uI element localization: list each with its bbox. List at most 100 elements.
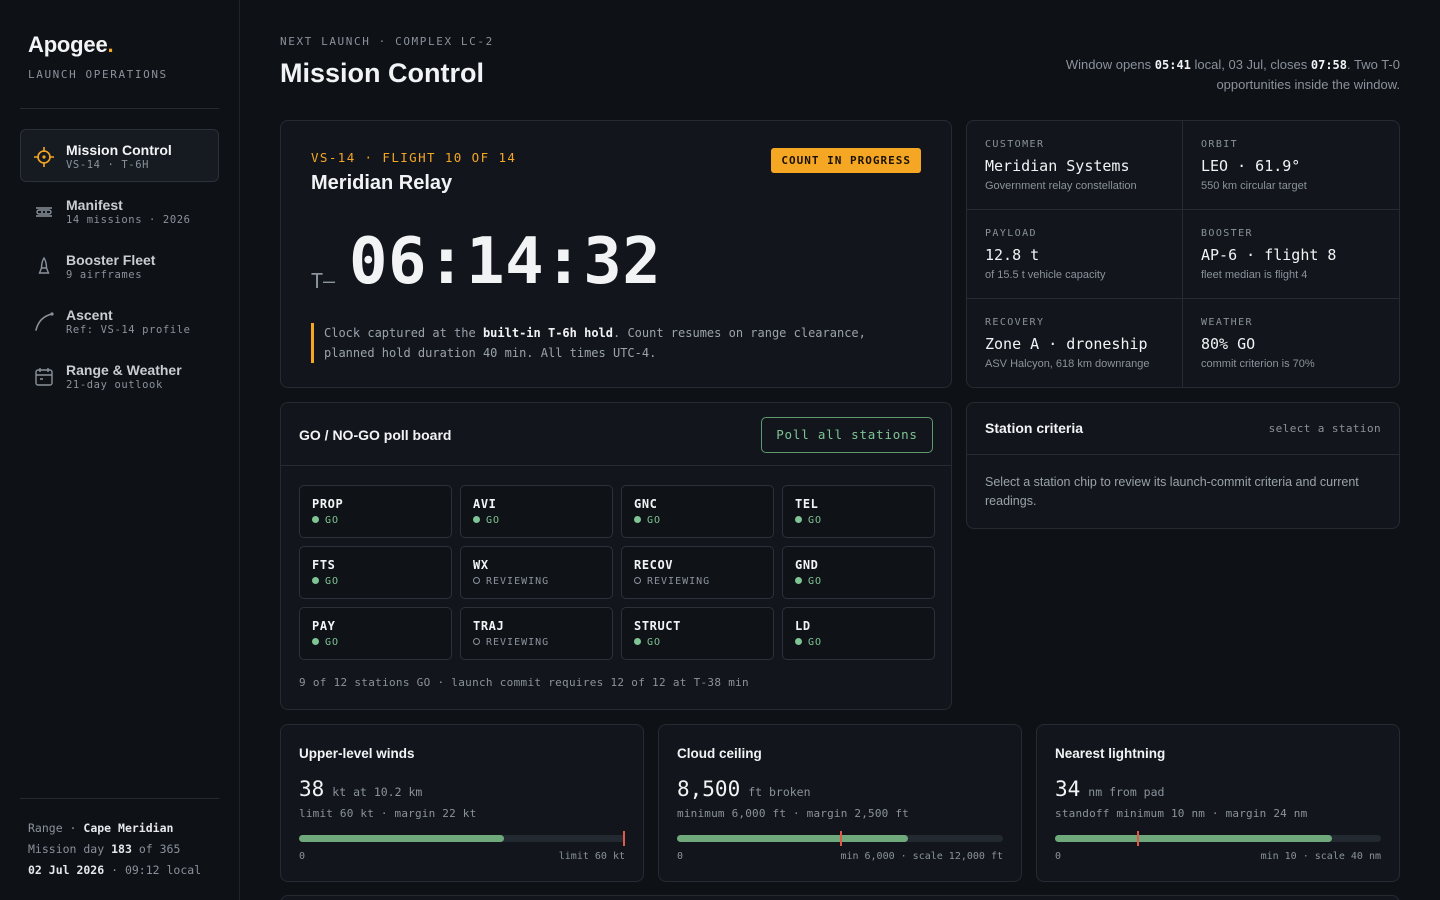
station-chip-gnd[interactable]: GND GO bbox=[782, 546, 935, 599]
current-time: · 09:12 local bbox=[111, 863, 202, 877]
station-status: GO bbox=[634, 637, 661, 648]
station-status: GO bbox=[634, 515, 661, 526]
sidebar-item-range-weather[interactable]: Range & Weather 21-day outlook bbox=[20, 349, 219, 402]
go-dot-icon bbox=[312, 638, 319, 645]
station-name: TEL bbox=[795, 497, 819, 511]
station-status: REVIEWING bbox=[634, 576, 710, 587]
rocket-icon bbox=[38, 256, 50, 274]
mission-name: Meridian Relay bbox=[311, 172, 453, 194]
station-chip-tel[interactable]: TEL GO bbox=[782, 485, 935, 538]
station-name: RECOV bbox=[634, 558, 674, 572]
station-status: GO bbox=[312, 576, 339, 587]
metric-title: Cloud ceiling bbox=[677, 746, 762, 761]
sidebar-item-sub: Ref: VS-14 profile bbox=[66, 324, 191, 336]
station-chip-recov[interactable]: RECOV REVIEWING bbox=[621, 546, 774, 599]
metric-limit-marker bbox=[1137, 831, 1139, 846]
next-panel-edge bbox=[280, 895, 1400, 900]
mission-day: 183 bbox=[111, 842, 132, 856]
reviewing-dot-icon bbox=[473, 577, 480, 584]
station-chip-ld[interactable]: LD GO bbox=[782, 607, 935, 660]
station-name: STRUCT bbox=[634, 619, 681, 633]
station-name: TRAJ bbox=[473, 619, 505, 633]
scale-max: limit 60 kt bbox=[558, 851, 625, 862]
metric-upper-winds: Upper-level winds 38 kt at 10.2 km limit … bbox=[280, 724, 644, 882]
sidebar-item-label: Range & Weather bbox=[66, 362, 182, 378]
station-chip-struct[interactable]: STRUCT GO bbox=[621, 607, 774, 660]
sidebar-footer: Range · Cape Meridian Mission day 183 of… bbox=[28, 821, 202, 877]
brand-logo[interactable]: Apogee. bbox=[28, 32, 114, 58]
countdown-card: VS-14 · FLIGHT 10 OF 14 Meridian Relay C… bbox=[280, 120, 952, 388]
mission-facts: CUSTOMER Meridian Systems Government relay… bbox=[966, 120, 1400, 388]
metric-limit-marker bbox=[840, 831, 842, 846]
sidebar-nav: Mission Control VS-14 · T-6H Manifest 14… bbox=[20, 129, 219, 404]
station-name: WX bbox=[473, 558, 489, 572]
fact-orbit: ORBIT LEO · 61.9° 550 km circular target bbox=[1183, 121, 1399, 210]
metric-value: 34 nm from pad bbox=[1055, 777, 1165, 801]
sidebar-item-sub: 21-day outlook bbox=[66, 379, 163, 391]
station-criteria-hint: select a station bbox=[1268, 422, 1381, 435]
launch-window-note: Window opens 05:41 local, 03 Jul, closes… bbox=[1065, 57, 1400, 92]
station-chip-prop[interactable]: PROP GO bbox=[299, 485, 452, 538]
station-chip-wx[interactable]: WX REVIEWING bbox=[460, 546, 613, 599]
poll-summary: 9 of 12 stations GO · launch commit requ… bbox=[299, 676, 749, 689]
page-eyebrow: NEXT LAUNCH · COMPLEX LC-2 bbox=[280, 35, 494, 48]
metric-limit: standoff minimum 10 nm · margin 24 nm bbox=[1055, 807, 1308, 820]
metric-nearest-lightning: Nearest lightning 34 nm from pad standoff… bbox=[1036, 724, 1400, 882]
divider bbox=[20, 108, 219, 109]
station-criteria-panel: Station criteria select a station Select… bbox=[966, 402, 1400, 529]
station-chip-avi[interactable]: AVI GO bbox=[460, 485, 613, 538]
trajectory-icon bbox=[35, 312, 54, 331]
sidebar-item-booster-fleet[interactable]: Booster Fleet 9 airframes bbox=[20, 239, 219, 292]
station-chip-gnc[interactable]: GNC GO bbox=[621, 485, 774, 538]
sidebar-item-label: Ascent bbox=[66, 307, 113, 323]
fact-recovery: RECOVERY Zone A · droneship ASV Halcyon, 6… bbox=[967, 299, 1183, 387]
sidebar-item-sub: 14 missions · 2026 bbox=[66, 214, 191, 226]
station-status: REVIEWING bbox=[473, 637, 549, 648]
target-icon bbox=[34, 147, 54, 167]
station-status: GO bbox=[795, 637, 822, 648]
metric-limit: limit 60 kt · margin 22 kt bbox=[299, 807, 477, 820]
range-name: Cape Meridian bbox=[83, 821, 174, 835]
status-badge: COUNT IN PROGRESS bbox=[771, 148, 921, 173]
station-chip-pay[interactable]: PAY GO bbox=[299, 607, 452, 660]
station-chip-fts[interactable]: FTS GO bbox=[299, 546, 452, 599]
metric-cloud-ceiling: Cloud ceiling 8,500 ft broken minimum 6,0… bbox=[658, 724, 1022, 882]
station-name: GNC bbox=[634, 497, 658, 511]
go-dot-icon bbox=[795, 516, 802, 523]
metric-value: 38 kt at 10.2 km bbox=[299, 777, 423, 801]
poll-board-title: GO / NO-GO poll board bbox=[299, 427, 452, 443]
reviewing-dot-icon bbox=[473, 638, 480, 645]
scale-min: 0 bbox=[299, 851, 306, 862]
scale-min: 0 bbox=[677, 851, 684, 862]
station-status: REVIEWING bbox=[473, 576, 549, 587]
current-date: 02 Jul 2026 bbox=[28, 863, 105, 877]
station-status: GO bbox=[795, 576, 822, 587]
hold-note: Clock captured at the built-in T-6h hold… bbox=[311, 323, 911, 363]
station-status: GO bbox=[312, 637, 339, 648]
scale-min: 0 bbox=[1055, 851, 1062, 862]
station-name: PAY bbox=[312, 619, 336, 633]
fact-booster: BOOSTER AP-6 · flight 8 fleet median is fl… bbox=[1183, 210, 1399, 299]
go-dot-icon bbox=[634, 516, 641, 523]
station-criteria-body: Select a station chip to review its laun… bbox=[985, 475, 1359, 508]
station-chip-traj[interactable]: TRAJ REVIEWING bbox=[460, 607, 613, 660]
sidebar-item-manifest[interactable]: Manifest 14 missions · 2026 bbox=[20, 184, 219, 237]
sidebar-item-label: Booster Fleet bbox=[66, 252, 156, 268]
metric-bar-fill bbox=[299, 835, 505, 842]
metric-limit-marker bbox=[623, 831, 625, 846]
metric-bar bbox=[677, 831, 1003, 846]
sidebar-item-mission-control[interactable]: Mission Control VS-14 · T-6H bbox=[20, 129, 219, 182]
reviewing-dot-icon bbox=[634, 577, 641, 584]
sidebar-item-sub: 9 airframes bbox=[66, 269, 143, 281]
go-dot-icon bbox=[312, 577, 319, 584]
metric-bar-fill bbox=[1055, 835, 1333, 842]
station-name: AVI bbox=[473, 497, 497, 511]
fact-weather: WEATHER 80% GO commit criterion is 70% bbox=[1201, 317, 1315, 370]
metric-bar-fill bbox=[677, 835, 908, 842]
metric-limit: minimum 6,000 ft · margin 2,500 ft bbox=[677, 807, 909, 820]
sidebar-item-ascent[interactable]: Ascent Ref: VS-14 profile bbox=[20, 294, 219, 347]
flight-tag: VS-14 · FLIGHT 10 OF 14 bbox=[311, 150, 517, 165]
station-status: GO bbox=[312, 515, 339, 526]
poll-all-stations-button[interactable]: Poll all stations bbox=[761, 417, 933, 453]
station-criteria-title: Station criteria bbox=[985, 420, 1084, 436]
